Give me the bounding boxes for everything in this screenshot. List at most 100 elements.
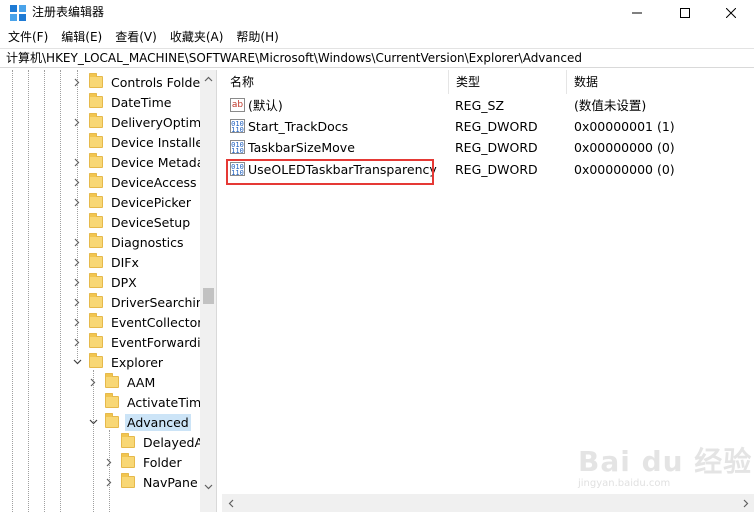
- value-row[interactable]: 010 110 TaskbarSizeMove REG_DWORD 0x00000…: [222, 137, 754, 158]
- highlight-box: [226, 159, 434, 185]
- folder-icon: [105, 373, 119, 388]
- chevron-right-icon[interactable]: [72, 197, 82, 207]
- tree-item-label: AAM: [127, 374, 156, 390]
- tree-item-label: DeviceAccess: [111, 174, 197, 190]
- value-type: REG_DWORD: [455, 119, 538, 134]
- tree-item[interactable]: Controls Folder: [72, 72, 200, 92]
- tree-item[interactable]: Device Installer: [72, 132, 200, 152]
- tree-item-label: DevicePicker: [111, 194, 191, 210]
- tree-item-label: DIFx: [111, 254, 139, 270]
- tree-item[interactable]: Advanced: [88, 412, 191, 432]
- menu-favorites[interactable]: 收藏夹(A): [170, 29, 224, 45]
- tree-item[interactable]: EventForwarding: [72, 332, 200, 352]
- close-button[interactable]: [708, 0, 754, 26]
- folder-icon: [89, 133, 103, 148]
- value-row[interactable]: 010 110 Start_TrackDocs REG_DWORD 0x00000…: [222, 116, 754, 137]
- folder-icon: [89, 313, 103, 328]
- chevron-right-icon[interactable]: [104, 457, 114, 467]
- dword-value-icon: 010 110: [230, 119, 245, 133]
- scroll-left-arrow[interactable]: [222, 494, 239, 512]
- chevron-right-icon[interactable]: [72, 317, 82, 327]
- minimize-icon: [632, 12, 642, 14]
- tree-item-label: NavPane: [143, 474, 198, 490]
- tree-item-label: DPX: [111, 274, 137, 290]
- string-value-icon: ab: [230, 98, 245, 112]
- scroll-up-arrow[interactable]: [200, 70, 216, 87]
- tree-item[interactable]: DPX: [72, 272, 139, 292]
- tree-item[interactable]: DeviceSetup: [72, 212, 192, 232]
- tree-item-label: EventCollector: [111, 314, 200, 330]
- tree-item[interactable]: NavPane: [104, 472, 200, 492]
- value-name: Start_TrackDocs: [248, 119, 349, 134]
- tree-item[interactable]: EventCollector: [72, 312, 200, 332]
- chevron-right-icon[interactable]: [88, 377, 98, 387]
- tree-vertical-scrollbar[interactable]: [200, 70, 216, 512]
- folder-icon: [89, 353, 103, 368]
- chevron-right-icon[interactable]: [72, 297, 82, 307]
- column-data[interactable]: 数据: [566, 70, 754, 94]
- list-header: 名称 类型 数据: [222, 70, 754, 94]
- tree-item[interactable]: DriverSearching: [72, 292, 200, 312]
- scroll-thumb[interactable]: [203, 288, 214, 304]
- tree-item-label: Device Metadata: [111, 154, 200, 170]
- value-name: (默认): [248, 98, 283, 113]
- chevron-down-icon[interactable]: [88, 417, 98, 427]
- tree-item[interactable]: DeviceAccess: [72, 172, 199, 192]
- tree-item[interactable]: DeliveryOptimiza: [72, 112, 200, 132]
- chevron-down-icon[interactable]: [72, 357, 82, 367]
- column-name[interactable]: 名称: [222, 70, 448, 94]
- chevron-right-icon[interactable]: [72, 157, 82, 167]
- tree-item[interactable]: DIFx: [72, 252, 141, 272]
- chevron-right-icon[interactable]: [72, 177, 82, 187]
- folder-icon: [105, 393, 119, 408]
- tree-item[interactable]: Explorer: [72, 352, 165, 372]
- window-title: 注册表编辑器: [32, 5, 105, 19]
- tree-item-label: ActivateTimec: [127, 394, 200, 410]
- tree-item[interactable]: ActivateTimec: [88, 392, 200, 412]
- chevron-right-icon[interactable]: [72, 277, 82, 287]
- tree-item-label: DeviceSetup: [111, 214, 191, 230]
- tree-item[interactable]: Device Metadata: [72, 152, 200, 172]
- value-type: REG_DWORD: [455, 162, 538, 177]
- menu-view[interactable]: 查看(V): [115, 29, 157, 45]
- chevron-right-icon[interactable]: [72, 257, 82, 267]
- maximize-button[interactable]: [662, 0, 708, 26]
- column-type[interactable]: 类型: [448, 70, 566, 94]
- value-type: REG_SZ: [455, 98, 505, 113]
- tree-item-label: Diagnostics: [111, 234, 184, 250]
- chevron-right-icon[interactable]: [104, 477, 114, 487]
- folder-icon: [105, 413, 119, 428]
- chevron-right-icon[interactable]: [72, 77, 82, 87]
- tree-item[interactable]: Folder: [104, 452, 184, 472]
- value-row[interactable]: ab (默认) REG_SZ (数值未设置): [222, 95, 754, 116]
- key-tree-pane[interactable]: Controls Folder DateTime DeliveryOptimiza D…: [0, 70, 217, 512]
- tree-item[interactable]: AAM: [88, 372, 157, 392]
- menu-help[interactable]: 帮助(H): [236, 29, 278, 45]
- chevron-down-icon: [204, 484, 213, 489]
- address-bar[interactable]: 计算机\HKEY_LOCAL_MACHINE\SOFTWARE\Microsof…: [0, 48, 754, 68]
- tree-item-label: Folder: [143, 454, 182, 470]
- chevron-right-icon[interactable]: [72, 117, 82, 127]
- chevron-right-icon[interactable]: [72, 337, 82, 347]
- tree-item-label: DriverSearching: [111, 294, 200, 310]
- tree-item-label: Controls Folder: [111, 74, 200, 90]
- close-icon: [726, 8, 736, 18]
- menu-edit[interactable]: 编辑(E): [61, 29, 102, 45]
- chevron-right-icon[interactable]: [72, 237, 82, 247]
- menu-file[interactable]: 文件(F): [8, 29, 48, 45]
- tree-item[interactable]: DateTime: [72, 92, 173, 112]
- minimize-button[interactable]: [614, 0, 660, 26]
- watermark-text: Bai du 经验: [578, 445, 753, 478]
- value-data: 0x00000001 (1): [574, 119, 675, 134]
- tree-item[interactable]: DelayedAp: [104, 432, 200, 452]
- chevron-up-icon: [204, 76, 213, 81]
- folder-icon: [89, 113, 103, 128]
- value-data: 0x00000000 (0): [574, 140, 675, 155]
- tree-item[interactable]: Diagnostics: [72, 232, 186, 252]
- scroll-down-arrow[interactable]: [200, 478, 216, 495]
- tree-item[interactable]: DevicePicker: [72, 192, 193, 212]
